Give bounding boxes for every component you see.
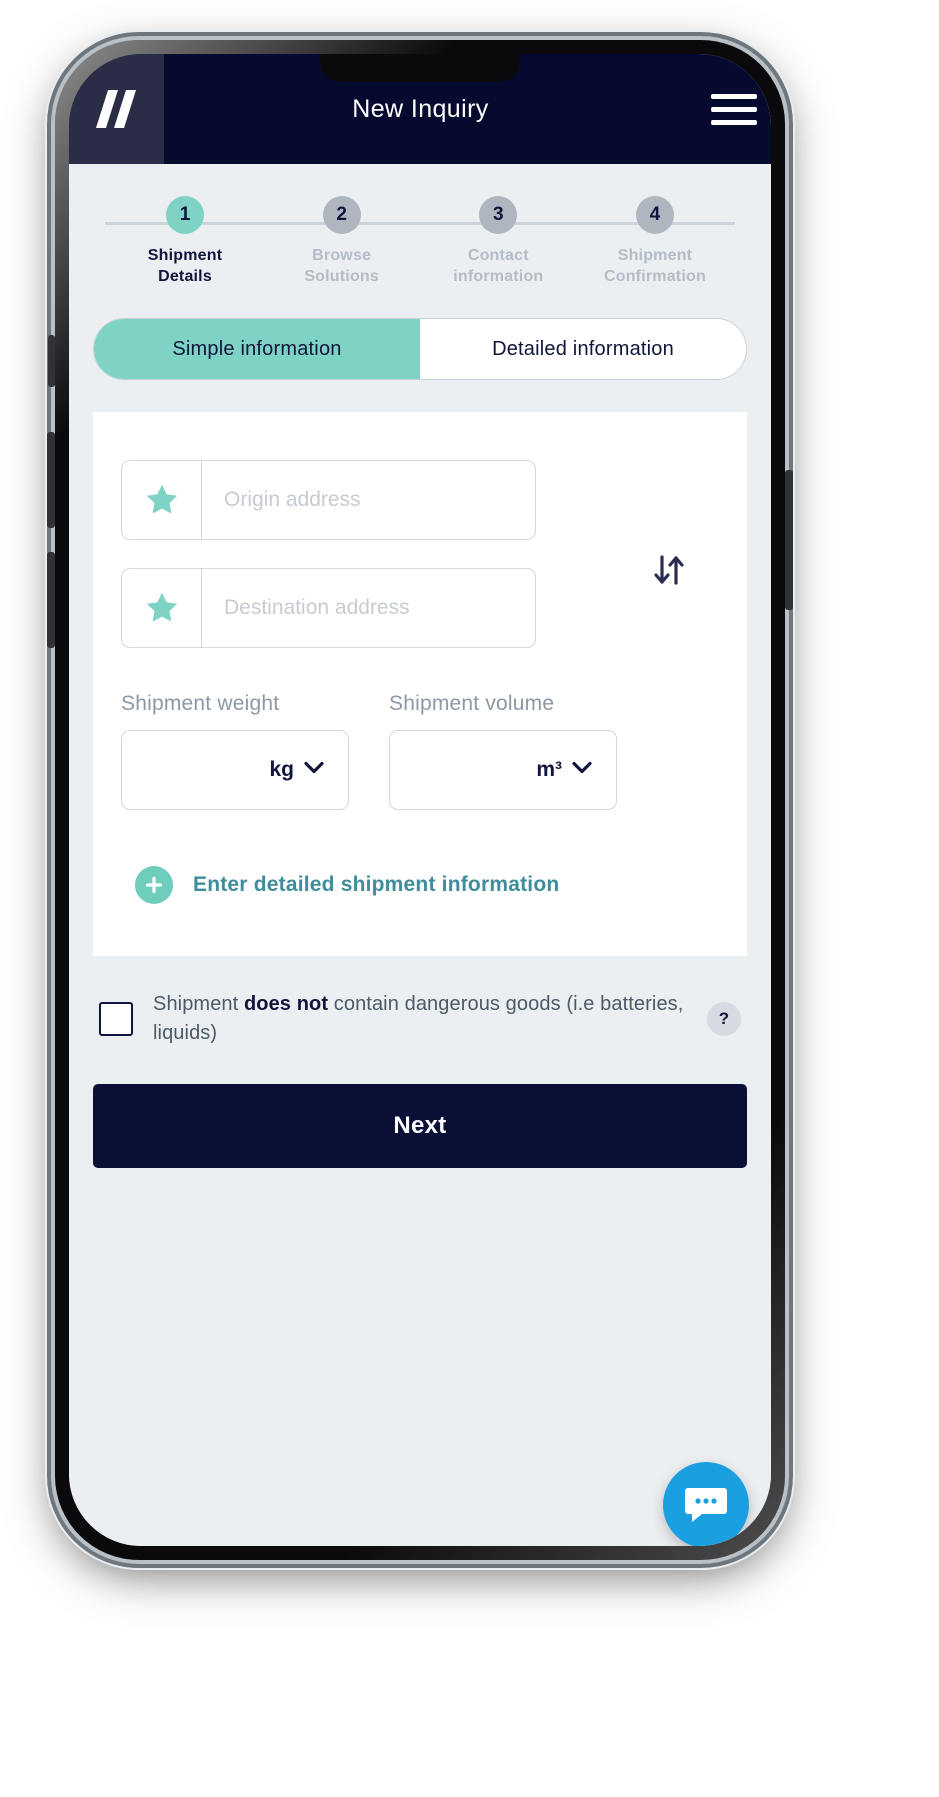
danger-text-bold: does not [243, 993, 329, 1015]
step-item-1[interactable]: 1 Shipment Details [121, 196, 249, 287]
weight-unit-value: kg [269, 758, 294, 781]
destination-address-input[interactable] [202, 569, 535, 647]
shipment-weight-label: Shipment weight [121, 692, 280, 715]
step-number-1: 1 [166, 196, 204, 234]
step-label-1: Shipment Details [148, 245, 223, 287]
step-label-line1: Shipment [147, 247, 223, 264]
enter-detailed-info-label: Enter detailed shipment information [193, 873, 560, 896]
shipment-weight-input[interactable]: kg [121, 730, 349, 810]
plus-icon [135, 866, 173, 904]
step-label-line2: information [453, 268, 544, 286]
hamburger-bar [711, 119, 757, 125]
destination-favorite-star-icon[interactable] [122, 569, 202, 647]
shipment-volume-input[interactable]: m³ [389, 730, 617, 810]
dangerous-goods-label: Shipment does not contain dangerous good… [153, 990, 687, 1048]
dangerous-goods-row: Shipment does not contain dangerous good… [93, 990, 747, 1048]
step-number-3: 3 [479, 196, 518, 234]
step-label-line2: Details [158, 268, 212, 286]
step-label-3: Contact information [453, 245, 543, 287]
origin-address-field[interactable] [121, 460, 536, 540]
next-button[interactable]: Next [93, 1084, 747, 1168]
danger-text-before: Shipment [153, 993, 244, 1015]
hamburger-bar [711, 106, 757, 112]
stepper-items: 1 Shipment Details 2 Browse Solutions 3 … [93, 196, 747, 287]
shipment-form-card: Shipment weight kg Shipment volume [93, 412, 747, 956]
volume-down-button[interactable] [47, 552, 55, 648]
step-label-line2: Confirmation [603, 268, 706, 286]
step-label-4: Shipment Confirmation [604, 245, 706, 287]
app-body: 1 Shipment Details 2 Browse Solutions 3 … [69, 196, 771, 1546]
step-label-line2: Solutions [304, 268, 379, 286]
phone-frame: New Inquiry 1 Shipment Details 2 Browse … [47, 40, 793, 1560]
progress-stepper: 1 Shipment Details 2 Browse Solutions 3 … [93, 196, 747, 296]
phone-screen: New Inquiry 1 Shipment Details 2 Browse … [69, 54, 771, 1546]
origin-row [121, 460, 719, 585]
phone-notch [320, 54, 520, 82]
chevron-down-icon[interactable] [572, 761, 592, 779]
tab-simple-information[interactable]: Simple information [94, 319, 420, 379]
volume-unit-value: m³ [536, 758, 562, 781]
dangerous-goods-checkbox[interactable] [99, 1002, 133, 1036]
step-item-4[interactable]: 4 Shipment Confirmation [591, 196, 719, 287]
destination-address-field[interactable] [121, 568, 536, 648]
hamburger-menu-icon[interactable] [697, 54, 771, 164]
step-label-2: Browse Solutions [304, 245, 379, 287]
page-title: New Inquiry [352, 94, 489, 123]
volume-up-button[interactable] [47, 432, 55, 528]
origin-favorite-star-icon[interactable] [122, 461, 202, 539]
measurements-row: Shipment weight kg Shipment volume m³ [121, 692, 719, 810]
step-label-line1: Browse [312, 247, 372, 264]
hamburger-bar [711, 93, 757, 99]
shipment-volume-group: Shipment volume m³ [389, 692, 617, 810]
tab-detailed-information[interactable]: Detailed information [420, 319, 746, 379]
origin-address-input[interactable] [202, 461, 535, 539]
chevron-down-icon[interactable] [304, 761, 324, 779]
step-number-4: 4 [635, 196, 674, 234]
chat-bubble-icon[interactable] [663, 1462, 749, 1546]
shipment-weight-group: Shipment weight kg [121, 692, 349, 810]
power-button[interactable] [785, 470, 793, 610]
step-label-line1: Contact [467, 247, 529, 264]
step-item-3[interactable]: 3 Contact information [434, 196, 562, 287]
help-question-icon[interactable]: ? [707, 1002, 741, 1036]
silent-switch-button[interactable] [48, 335, 55, 387]
info-mode-tabs: Simple information Detailed information [93, 318, 747, 380]
enter-detailed-info-link[interactable]: Enter detailed shipment information [121, 866, 719, 904]
step-label-line1: Shipment [617, 247, 693, 264]
step-number-2: 2 [322, 196, 361, 234]
step-item-2[interactable]: 2 Browse Solutions [278, 196, 406, 287]
destination-row [121, 568, 719, 648]
shipment-volume-label: Shipment volume [389, 692, 555, 715]
